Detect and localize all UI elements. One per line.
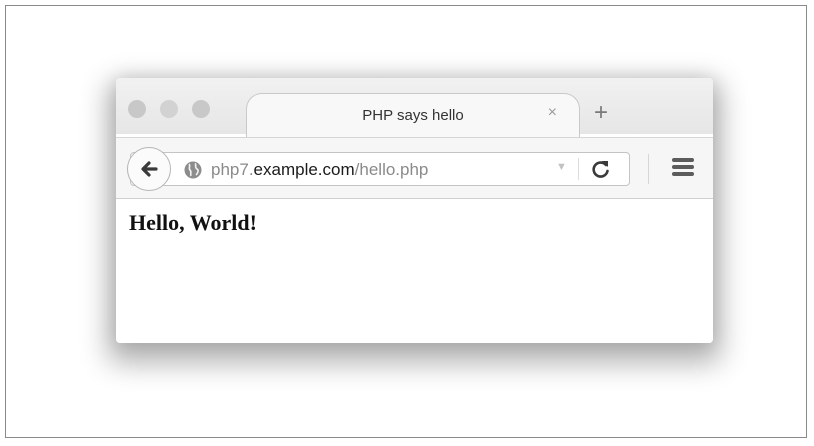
globe-icon xyxy=(184,161,202,179)
page-content: Hello, World! xyxy=(116,199,713,343)
reload-icon[interactable] xyxy=(590,158,612,180)
back-button[interactable] xyxy=(127,147,171,191)
zoom-window-button[interactable] xyxy=(192,100,210,118)
toolbar-divider xyxy=(648,154,649,184)
back-arrow-icon xyxy=(141,161,158,177)
url-bar[interactable]: php7.example.com/hello.php ▼ xyxy=(127,147,630,191)
url-text[interactable]: php7.example.com/hello.php xyxy=(211,160,428,180)
url-bar-divider xyxy=(578,158,579,180)
tab-php-says-hello[interactable]: PHP says hello × xyxy=(246,93,580,137)
title-bar: PHP says hello × + xyxy=(116,78,713,137)
page-heading: Hello, World! xyxy=(129,210,257,235)
figure-frame: PHP says hello × + php7.example.com/hell… xyxy=(5,5,807,438)
browser-window: PHP says hello × + php7.example.com/hell… xyxy=(116,78,713,343)
tab-title: PHP says hello xyxy=(362,107,464,124)
url-host: example.com xyxy=(253,160,355,179)
tab-close-icon[interactable]: × xyxy=(548,104,557,122)
url-path: /hello.php xyxy=(354,160,429,179)
url-subdomain: php7. xyxy=(211,160,254,179)
navigation-toolbar: php7.example.com/hello.php ▼ xyxy=(116,137,713,199)
new-tab-button[interactable]: + xyxy=(594,101,608,125)
dropmarker-icon[interactable]: ▼ xyxy=(556,161,567,173)
close-window-button[interactable] xyxy=(128,100,146,118)
minimize-window-button[interactable] xyxy=(160,100,178,118)
hamburger-menu-icon[interactable] xyxy=(672,158,694,178)
